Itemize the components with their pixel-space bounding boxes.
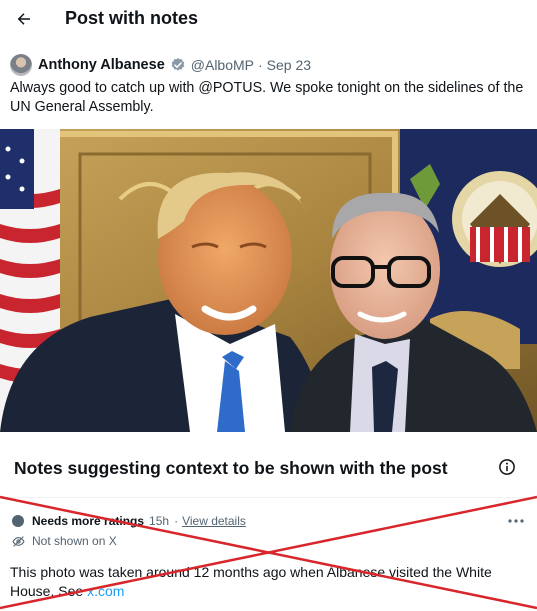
arrow-left-icon xyxy=(17,13,30,25)
avatar[interactable] xyxy=(10,54,32,76)
note-visibility-row: Not shown on X xyxy=(12,533,117,549)
post-author-row: Anthony Albanese @AlboMP · Sep 23 xyxy=(10,54,311,76)
note-text: This photo was taken around 12 months ag… xyxy=(10,563,520,601)
post-with-notes-page: Post with notes Anthony Albanese @AlboMP… xyxy=(0,0,537,611)
post-date[interactable]: Sep 23 xyxy=(267,57,311,73)
note-time: 15h xyxy=(149,514,170,528)
notes-section-title: Notes suggesting context to be shown wit… xyxy=(14,458,448,478)
more-horizontal-icon xyxy=(508,519,524,523)
info-circle-icon xyxy=(499,459,515,475)
info-button[interactable] xyxy=(498,458,516,476)
note-rating-row: Needs more ratings 15h · View details xyxy=(12,513,246,529)
divider xyxy=(0,497,537,498)
eye-off-icon xyxy=(12,535,25,547)
status-dot-icon xyxy=(12,515,24,527)
back-button[interactable] xyxy=(11,6,37,32)
separator: · xyxy=(174,514,179,528)
verified-badge-icon xyxy=(170,57,186,73)
note-status: Needs more ratings xyxy=(32,514,145,528)
page-title: Post with notes xyxy=(65,8,199,28)
note-visibility-status: Not shown on X xyxy=(32,534,117,548)
author-name[interactable]: Anthony Albanese xyxy=(38,57,165,73)
note-source-link[interactable]: x.com xyxy=(87,583,124,599)
more-options-button[interactable] xyxy=(505,513,527,529)
note-body: This photo was taken around 12 months ag… xyxy=(10,564,492,599)
page-header: Post with notes xyxy=(0,0,537,40)
view-details-link[interactable]: View details xyxy=(182,514,246,528)
author-handle[interactable]: @AlboMP xyxy=(191,57,254,73)
post-text: Always good to catch up with @POTUS. We … xyxy=(10,80,524,115)
separator: · xyxy=(258,57,263,73)
post-photo[interactable] xyxy=(0,129,537,432)
